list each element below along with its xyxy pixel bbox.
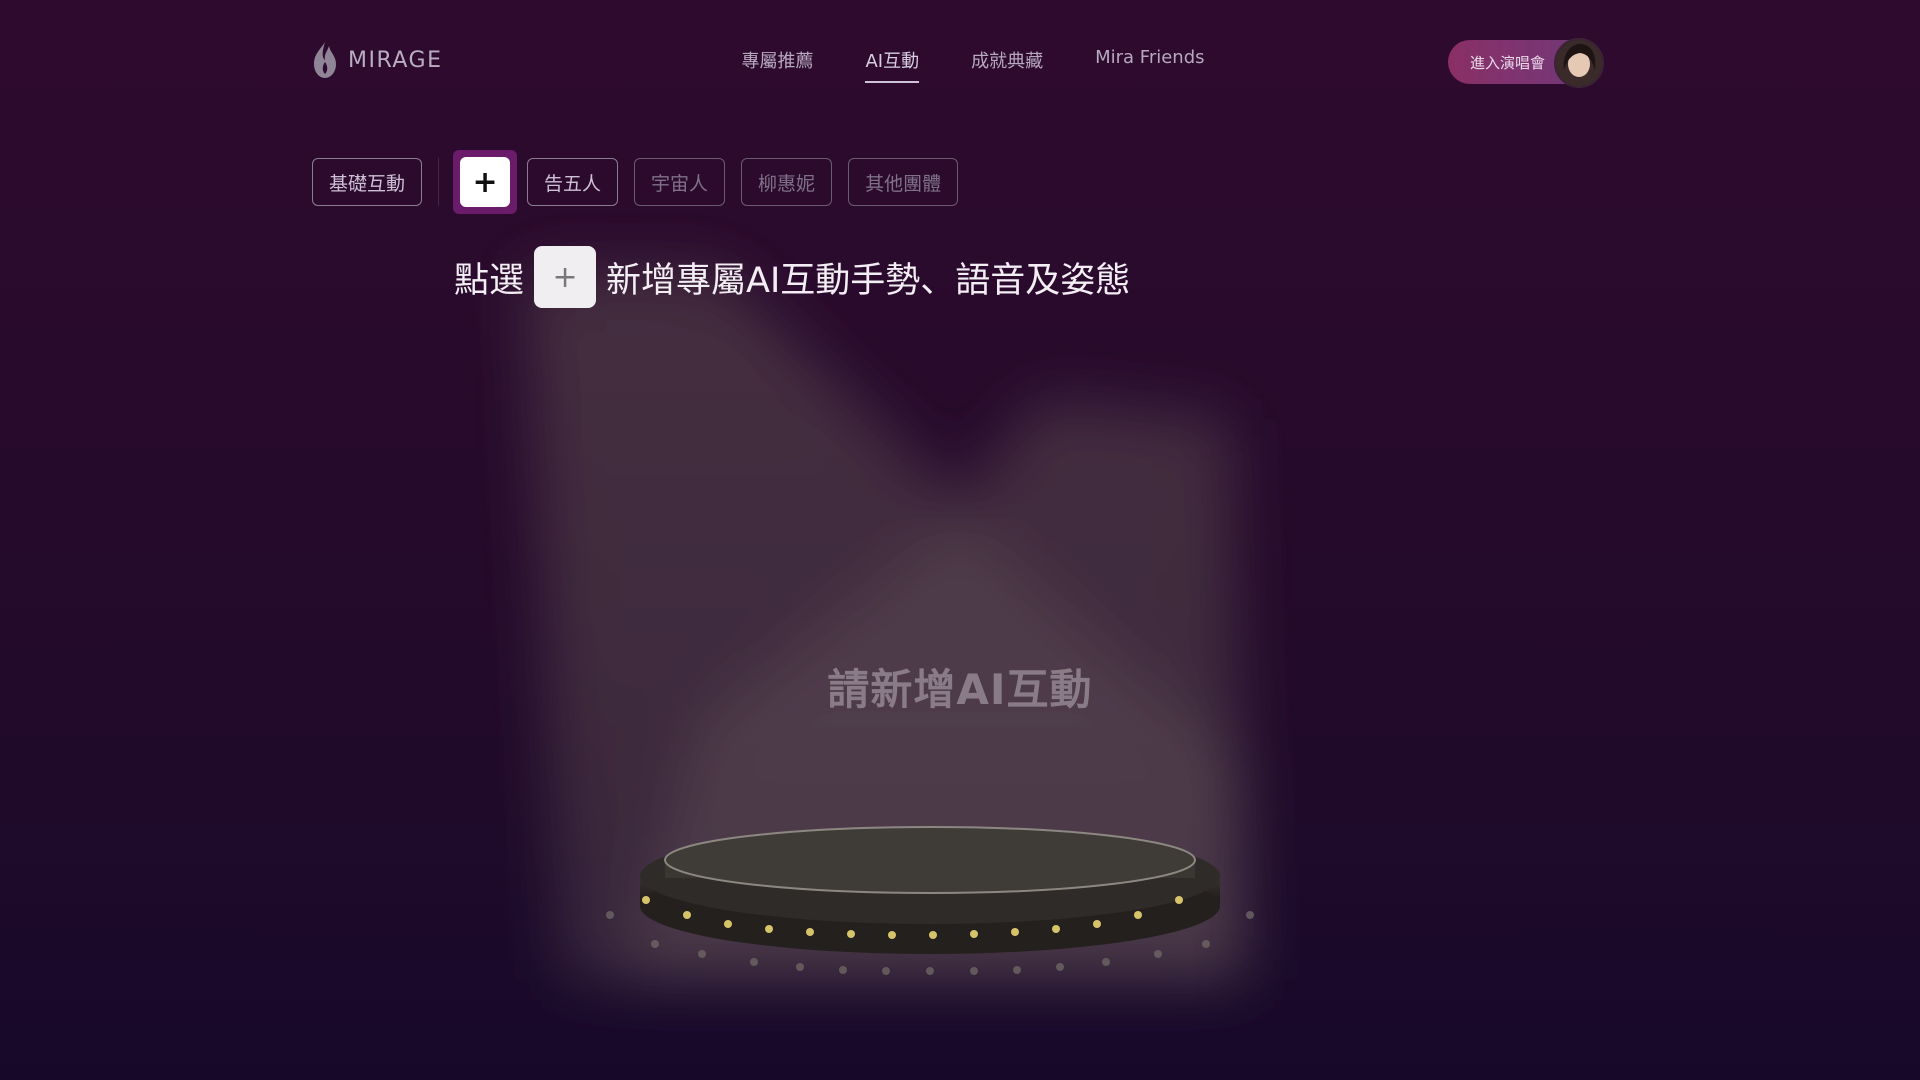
tab-artist-2[interactable]: 宇宙人: [634, 158, 726, 206]
instruction-suffix: 新增專屬AI互動手勢、語音及姿態: [606, 260, 1131, 301]
tab-divider: [438, 158, 440, 206]
nav-item-achievements[interactable]: 成就典藏: [971, 47, 1043, 83]
stage-pedestal: [606, 826, 1254, 975]
inline-plus-icon: +: [534, 246, 597, 308]
plus-icon: +: [460, 157, 511, 207]
main-nav: 專屬推薦 AI互動 成就典藏 Mira Friends: [0, 47, 1920, 83]
avatar-portrait-icon: [1556, 40, 1602, 86]
tab-artist-3[interactable]: 柳惠妮: [741, 158, 833, 206]
enter-concert-label: 進入演唱會: [1470, 53, 1546, 72]
nav-item-ai-interaction[interactable]: AI互動: [865, 47, 919, 83]
add-interaction-button[interactable]: +: [453, 150, 518, 214]
artist-tabs: 基礎互動 + 告五人 宇宙人 柳惠妮 其他團體: [312, 150, 974, 214]
nav-item-mira-friends[interactable]: Mira Friends: [1095, 47, 1204, 83]
add-instruction: 點選 + 新增專屬AI互動手勢、語音及姿態: [454, 246, 1130, 308]
tab-artist-4[interactable]: 其他團體: [848, 158, 959, 206]
tab-basic-interaction[interactable]: 基礎互動: [312, 158, 423, 206]
empty-state-message: 請新增AI互動: [827, 665, 1093, 714]
instruction-prefix: 點選: [454, 260, 525, 301]
tab-artist-1[interactable]: 告五人: [527, 158, 619, 206]
nav-item-recommend[interactable]: 專屬推薦: [741, 47, 813, 83]
user-avatar[interactable]: [1554, 38, 1604, 88]
